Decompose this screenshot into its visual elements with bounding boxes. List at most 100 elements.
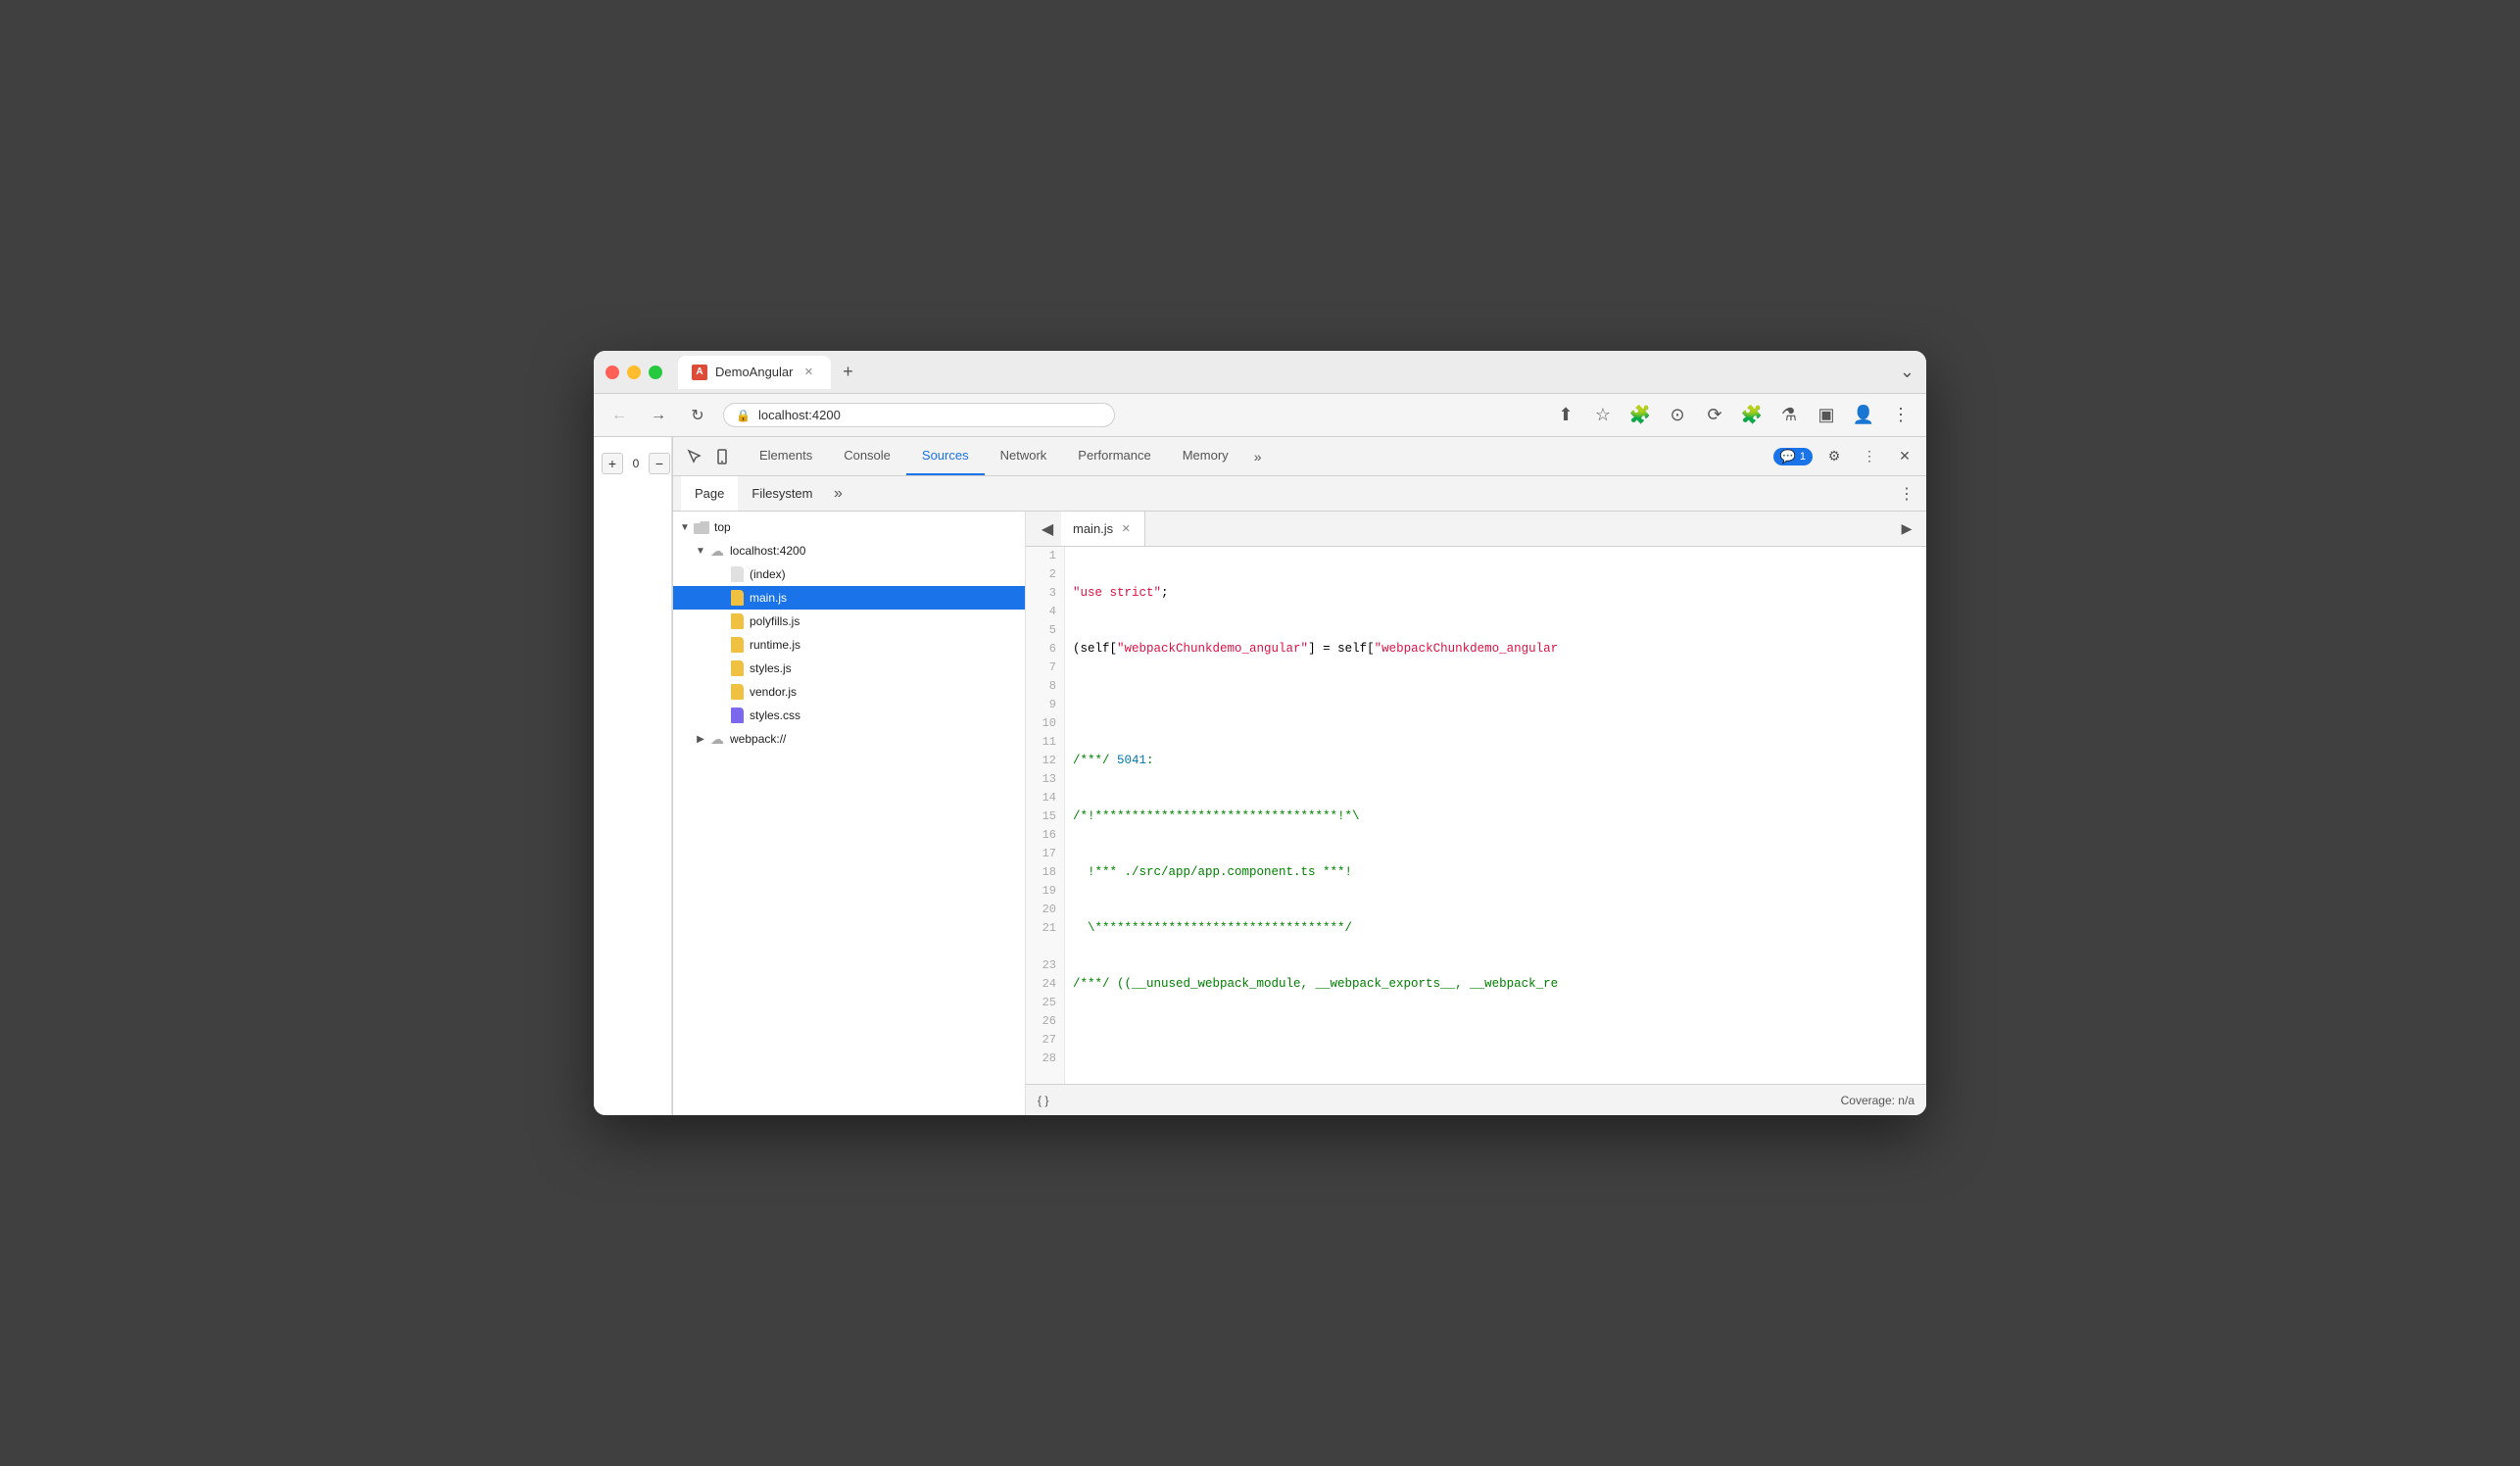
- file-icon-runtime: [728, 636, 746, 654]
- tab-console[interactable]: Console: [828, 437, 906, 475]
- window-controls-down[interactable]: ⌄: [1900, 362, 1914, 382]
- tree-label-main-js: main.js: [750, 591, 787, 605]
- file-panel: ▼ top ▼: [673, 512, 1026, 1115]
- device-button[interactable]: [708, 443, 736, 470]
- tree-label-vendor: vendor.js: [750, 685, 797, 699]
- devtools-settings-button[interactable]: ⚙: [1820, 443, 1848, 470]
- file-tree: ▼ top ▼: [673, 512, 1025, 1115]
- tab-memory[interactable]: Memory: [1167, 437, 1244, 475]
- refresh-button[interactable]: ↻: [684, 402, 711, 429]
- tree-label-webpack: webpack://: [730, 732, 786, 746]
- forward-button[interactable]: →: [645, 402, 672, 429]
- tree-label-runtime: runtime.js: [750, 638, 800, 652]
- line-numbers: 1 2 3 4 5 6 7 8 9 10 11: [1026, 547, 1065, 1084]
- tree-label-styles-css: styles.css: [750, 709, 800, 722]
- tree-arrow-webpack: ▶: [693, 734, 708, 745]
- code-tab-label: main.js: [1073, 521, 1113, 536]
- tree-item-vendor[interactable]: vendor.js: [673, 680, 1025, 704]
- tree-arrow-localhost: ▼: [693, 546, 708, 557]
- tree-item-index[interactable]: (index): [673, 562, 1025, 586]
- tab-performance[interactable]: Performance: [1062, 437, 1166, 475]
- zoom-out-button[interactable]: −: [649, 453, 670, 474]
- devtools-close-button[interactable]: ✕: [1891, 443, 1918, 470]
- tree-item-localhost[interactable]: ▼ ☁ localhost:4200: [673, 539, 1025, 562]
- code-panel-collapse[interactable]: ▶: [1895, 517, 1918, 541]
- code-tab-main-js[interactable]: main.js ✕: [1061, 512, 1145, 546]
- tree-label-index: (index): [750, 567, 786, 581]
- file-icon-vendor: [728, 683, 746, 701]
- tree-item-polyfills[interactable]: polyfills.js: [673, 610, 1025, 633]
- sources-more-tabs[interactable]: »: [827, 482, 850, 506]
- devtools-panel: Elements Console Sources Network Perform…: [672, 437, 1926, 1115]
- tree-item-styles-js[interactable]: styles.js: [673, 657, 1025, 680]
- sources-tab-filesystem[interactable]: Filesystem: [738, 476, 826, 511]
- code-panel: ◀ main.js ✕ ▶ 1 2 3: [1026, 512, 1926, 1115]
- tab-sources[interactable]: Sources: [906, 437, 985, 475]
- avatar-icon[interactable]: 👤: [1850, 402, 1877, 429]
- file-icon-styles-js: [728, 660, 746, 677]
- code-editor[interactable]: 1 2 3 4 5 6 7 8 9 10 11: [1026, 547, 1926, 1084]
- devtools-toolbar: Elements Console Sources Network Perform…: [673, 437, 1926, 476]
- tree-arrow-top: ▼: [677, 522, 693, 533]
- maximize-traffic-light[interactable]: [649, 366, 662, 379]
- tree-item-runtime[interactable]: runtime.js: [673, 633, 1025, 657]
- page-area: + 0 −: [594, 437, 672, 1115]
- sources-menu-button[interactable]: ⋮: [1895, 482, 1918, 506]
- file-icon-index: [728, 565, 746, 583]
- sync-icon[interactable]: ⟳: [1701, 402, 1728, 429]
- devtools-more-button[interactable]: ⋮: [1856, 443, 1883, 470]
- tab-close-button[interactable]: ✕: [801, 365, 817, 380]
- tab-favicon: A: [692, 365, 707, 380]
- sources-body: ▼ top ▼: [673, 512, 1926, 1115]
- zoom-controls: + 0 −: [602, 453, 670, 474]
- traffic-lights: [606, 366, 662, 379]
- tab-title: DemoAngular: [715, 365, 794, 379]
- address-input[interactable]: 🔒 localhost:4200: [723, 403, 1115, 427]
- back-button[interactable]: ←: [606, 402, 633, 429]
- devtools-toolbar-right: 💬 1 ⚙ ⋮ ✕: [1773, 443, 1918, 470]
- bookmark-icon[interactable]: ☆: [1589, 402, 1617, 429]
- more-menu-button[interactable]: ⋮: [1887, 402, 1914, 429]
- lock-icon: 🔒: [736, 409, 751, 422]
- puzzle-icon[interactable]: 🧩: [1738, 402, 1766, 429]
- chrome-icon[interactable]: ⊙: [1664, 402, 1691, 429]
- sources-tab-page[interactable]: Page: [681, 476, 738, 511]
- address-bar: ← → ↻ 🔒 localhost:4200 ⬆ ☆ 🧩 ⊙ ⟳ 🧩 ⚗ ▣ 👤…: [594, 394, 1926, 437]
- devtools-main: Page Filesystem » ⋮: [673, 476, 1926, 1115]
- tab-elements[interactable]: Elements: [744, 437, 828, 475]
- code-footer: { } Coverage: n/a: [1026, 1084, 1926, 1115]
- file-icon-styles-css: [728, 707, 746, 724]
- tab-bar: A DemoAngular ✕ +: [678, 356, 1900, 389]
- zoom-in-button[interactable]: +: [602, 453, 623, 474]
- code-tab-close[interactable]: ✕: [1119, 522, 1133, 536]
- coverage-text: Coverage: n/a: [1841, 1094, 1914, 1107]
- file-icon-main-js: [728, 589, 746, 607]
- tree-item-main-js[interactable]: main.js: [673, 586, 1025, 610]
- tree-item-webpack[interactable]: ▶ ☁ webpack://: [673, 727, 1025, 751]
- code-tab-bar: ◀ main.js ✕ ▶: [1026, 512, 1926, 547]
- title-bar: A DemoAngular ✕ + ⌄: [594, 351, 1926, 394]
- flask-icon[interactable]: ⚗: [1775, 402, 1803, 429]
- inspector-button[interactable]: [681, 443, 708, 470]
- tree-label-localhost: localhost:4200: [730, 544, 805, 558]
- minimize-traffic-light[interactable]: [627, 366, 641, 379]
- format-button[interactable]: { }: [1038, 1094, 1048, 1107]
- close-traffic-light[interactable]: [606, 366, 619, 379]
- share-icon[interactable]: ⬆: [1552, 402, 1579, 429]
- tree-label-styles-js: styles.js: [750, 661, 792, 675]
- cloud-icon-webpack: ☁: [708, 730, 726, 748]
- browser-content: + 0 −: [594, 437, 1926, 1115]
- more-tabs-button[interactable]: »: [1244, 443, 1272, 470]
- file-icon-polyfills: [728, 612, 746, 630]
- browser-tab[interactable]: A DemoAngular ✕: [678, 356, 831, 389]
- panel-toggle-button[interactable]: ◀: [1034, 515, 1061, 543]
- address-text: localhost:4200: [758, 408, 841, 422]
- tree-label-top: top: [714, 520, 731, 534]
- code-content: "use strict"; (self["webpackChunkdemo_an…: [1065, 547, 1926, 1084]
- tree-item-top[interactable]: ▼ top: [673, 515, 1025, 539]
- extensions-icon[interactable]: 🧩: [1626, 402, 1654, 429]
- tab-network[interactable]: Network: [985, 437, 1063, 475]
- tree-item-styles-css[interactable]: styles.css: [673, 704, 1025, 727]
- layout-icon[interactable]: ▣: [1813, 402, 1840, 429]
- new-tab-button[interactable]: +: [835, 359, 862, 386]
